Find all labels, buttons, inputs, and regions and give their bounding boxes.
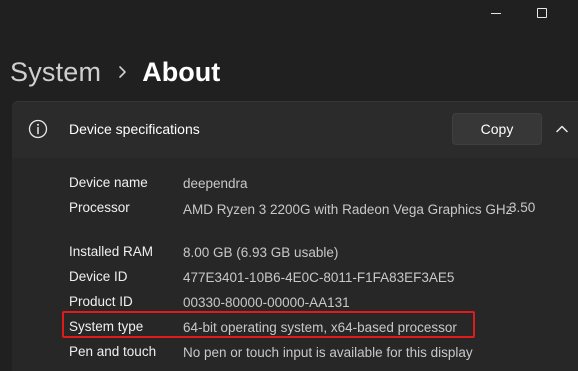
spec-value[interactable]: 00330-80000-00000-AA131: [183, 294, 350, 312]
breadcrumb: System About: [10, 52, 220, 92]
spec-value[interactable]: No pen or touch input is available for t…: [183, 344, 473, 362]
chevron-up-icon: [555, 121, 569, 139]
copy-button[interactable]: Copy: [452, 113, 542, 145]
spec-label: Device name: [69, 175, 148, 190]
highlight-box: [62, 311, 475, 338]
spec-value[interactable]: AMD Ryzen 3 2200G with Radeon Vega Graph…: [183, 200, 543, 219]
spec-value-extra[interactable]: 3.50: [509, 200, 535, 215]
device-specifications-card: Device specifications Copy Device name d…: [12, 101, 578, 371]
breadcrumb-system-link[interactable]: System: [10, 57, 101, 88]
minimize-icon: [491, 12, 501, 14]
info-icon: [28, 119, 48, 139]
title-bar: [0, 0, 578, 28]
device-specifications-header[interactable]: Device specifications Copy: [12, 102, 578, 159]
collapse-button[interactable]: [552, 120, 572, 140]
spec-label: Processor: [69, 200, 130, 215]
maximize-icon: [537, 8, 547, 18]
maximize-button[interactable]: [528, 2, 556, 24]
card-title: Device specifications: [69, 121, 200, 137]
chevron-right-icon: [117, 65, 127, 79]
spec-label: Pen and touch: [69, 344, 157, 359]
spec-value[interactable]: 477E3401-10B6-4E0C-8011-F1FA83EF3AE5: [183, 269, 454, 287]
specs-list: Device name deependra Processor AMD Ryze…: [12, 158, 578, 371]
minimize-button[interactable]: [482, 2, 510, 24]
spec-label: Product ID: [69, 294, 133, 309]
page-title: About: [142, 56, 221, 87]
spec-label: Installed RAM: [69, 244, 154, 259]
spec-value[interactable]: 8.00 GB (6.93 GB usable): [183, 244, 338, 262]
spec-label: Device ID: [69, 269, 128, 284]
spec-value[interactable]: deependra: [183, 175, 248, 193]
